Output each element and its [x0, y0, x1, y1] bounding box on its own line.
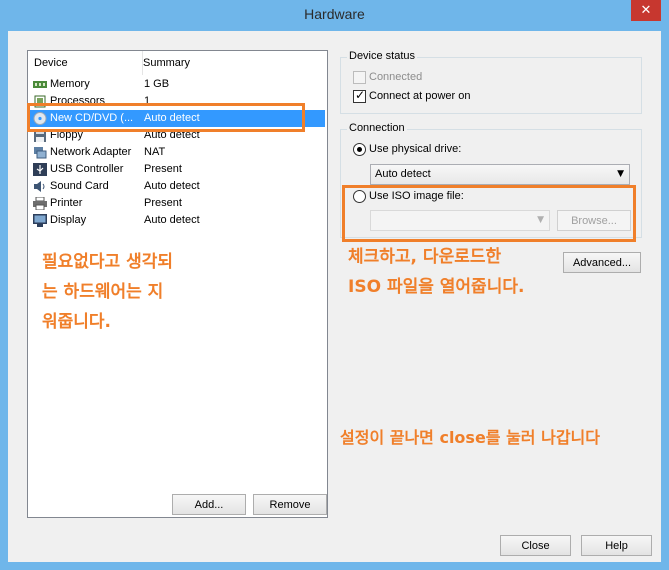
- highlight-cd-dvd-row: [27, 103, 305, 132]
- annotation-bottom: 설정이 끝나면 close를 눌러 나갑니다: [340, 428, 600, 447]
- memory-icon: [33, 81, 47, 88]
- use-physical-drive-radio[interactable]: [353, 143, 366, 156]
- add-button[interactable]: Add...: [172, 494, 246, 515]
- connected-checkbox[interactable]: [353, 71, 366, 84]
- annotation-right-line-2: ISO 파일을 열어줍니다.: [348, 277, 525, 297]
- sound-card-icon: [34, 181, 45, 192]
- highlight-iso-section: [342, 185, 636, 242]
- device-row-network-adapter[interactable]: Network Adapter NAT: [30, 144, 325, 161]
- device-status-label: Device status: [347, 50, 418, 62]
- column-header-device[interactable]: Device: [28, 51, 143, 75]
- title-bar[interactable]: Hardware ✕: [0, 0, 669, 31]
- display-icon: [33, 214, 47, 227]
- advanced-button[interactable]: Advanced...: [563, 252, 641, 273]
- device-summary: Present: [144, 197, 182, 209]
- device-name: Network Adapter: [50, 146, 132, 158]
- close-button[interactable]: Close: [500, 535, 571, 556]
- window-close-button[interactable]: ✕: [631, 0, 661, 21]
- annotation-left: 필요없다고 생각되 는 하드웨어는 지 워줍니다.: [42, 247, 173, 337]
- device-summary: Auto detect: [144, 180, 200, 192]
- connect-at-power-on-checkbox[interactable]: ✓: [353, 88, 366, 103]
- printer-icon: [33, 197, 47, 210]
- annotation-left-line-2: 는 하드웨어는 지: [42, 282, 164, 302]
- network-adapter-icon: [34, 147, 47, 159]
- annotation-right-line-1: 체크하고, 다운로드한: [348, 247, 502, 267]
- remove-button[interactable]: Remove: [253, 494, 327, 515]
- device-summary: Present: [144, 163, 182, 175]
- annotation-left-line-1: 필요없다고 생각되: [42, 252, 174, 272]
- help-button[interactable]: Help: [581, 535, 652, 556]
- device-name: Sound Card: [50, 180, 109, 192]
- device-row-memory[interactable]: Memory 1 GB: [30, 76, 325, 93]
- annotation-right: 체크하고, 다운로드한 ISO 파일을 열어줍니다.: [348, 242, 524, 302]
- connect-at-power-on-label: Connect at power on: [369, 90, 471, 102]
- physical-drive-value: Auto detect: [375, 168, 431, 180]
- device-status-group: Device status Connected ✓ Connect at pow…: [340, 50, 642, 114]
- device-summary: Auto detect: [144, 214, 200, 226]
- connection-label: Connection: [347, 122, 407, 134]
- device-row-display[interactable]: Display Auto detect: [30, 212, 325, 229]
- connected-label: Connected: [369, 71, 423, 83]
- annotation-left-line-3: 워줍니다.: [42, 312, 112, 332]
- usb-icon: [33, 163, 47, 176]
- window-title: Hardware: [304, 6, 365, 22]
- chevron-down-icon: ▼: [617, 169, 624, 179]
- device-row-usb-controller[interactable]: USB Controller Present: [30, 161, 325, 178]
- hardware-dialog: Hardware ✕ Device Summary Memory 1 GB Pr…: [0, 0, 669, 570]
- device-name: USB Controller: [50, 163, 124, 175]
- device-summary: NAT: [144, 146, 166, 158]
- column-header-summary[interactable]: Summary: [137, 51, 328, 75]
- physical-drive-select[interactable]: Auto detect ▼: [370, 164, 630, 185]
- device-row-sound-card[interactable]: Sound Card Auto detect: [30, 178, 325, 195]
- use-physical-drive-label: Use physical drive:: [369, 143, 462, 155]
- device-name: Memory: [50, 78, 90, 90]
- device-name: Printer: [50, 197, 83, 209]
- dialog-body: Device Summary Memory 1 GB Processors 1 …: [8, 31, 661, 562]
- device-row-printer[interactable]: Printer Present: [30, 195, 325, 212]
- device-summary: 1 GB: [144, 78, 170, 90]
- device-name: Display: [50, 214, 87, 226]
